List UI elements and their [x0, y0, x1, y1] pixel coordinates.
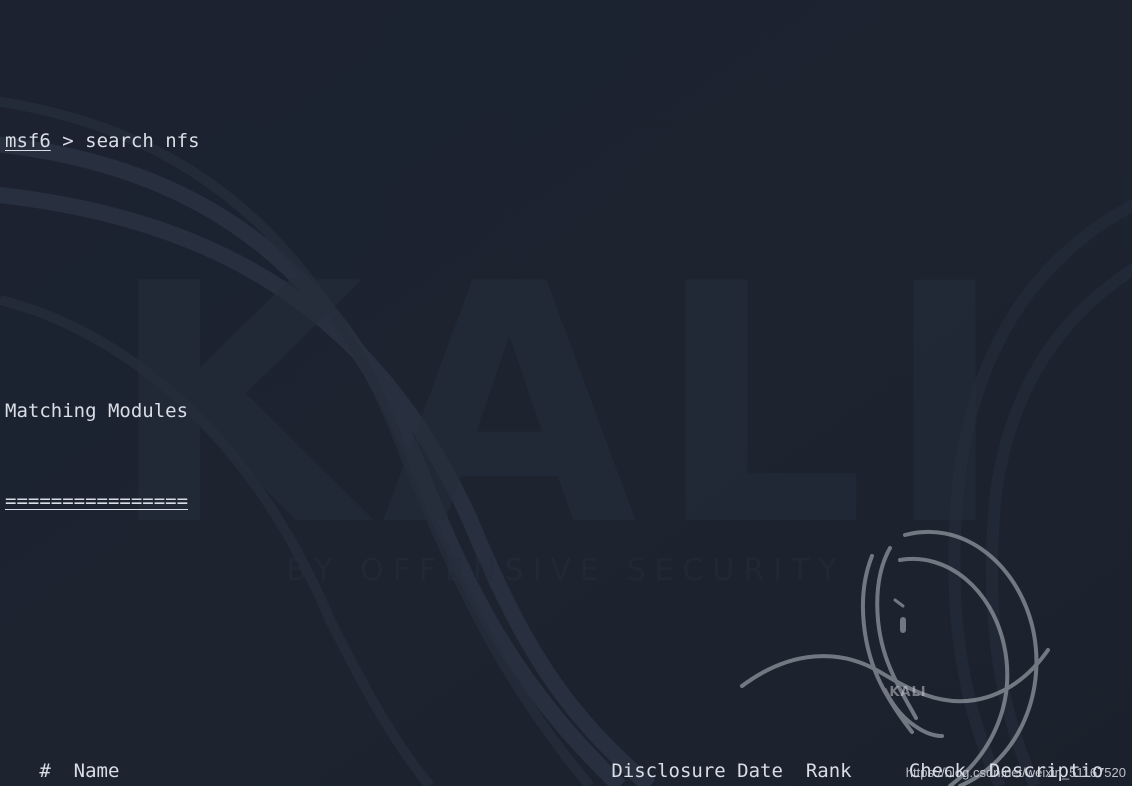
header-pad-2 — [51, 760, 74, 782]
prompt-user: msf6 — [5, 130, 51, 152]
header-disclosure-date: Disclosure Date — [611, 760, 783, 782]
section-title: Matching Modules — [5, 400, 189, 422]
header-pad-3 — [119, 760, 611, 782]
header-pad-1 — [5, 760, 39, 782]
header-rank: Rank — [805, 760, 852, 782]
prompt-line: msf6 > search nfs — [5, 126, 1132, 156]
header-pad-5 — [852, 760, 909, 782]
header-pad-4 — [783, 760, 806, 782]
csdn-watermark-url: https://blog.csdn.net/weixin_51167520 — [905, 765, 1126, 780]
terminal-window: KALI BY OFFENSIVE SECURITY KALI msf6 > s… — [0, 0, 1132, 786]
section-title-line: Matching Modules — [5, 396, 1132, 426]
section-rule: ================ — [5, 490, 189, 512]
section-rule-line: ================ — [5, 486, 1132, 516]
prompt-spacer — [51, 130, 62, 152]
header-index: # — [39, 760, 51, 782]
prompt-spacer-2 — [74, 130, 85, 152]
prompt-symbol: > — [62, 130, 74, 152]
terminal-output: msf6 > search nfs Matching Modules =====… — [0, 0, 1132, 786]
prompt-command: search nfs — [85, 130, 200, 152]
header-name: Name — [73, 760, 120, 782]
